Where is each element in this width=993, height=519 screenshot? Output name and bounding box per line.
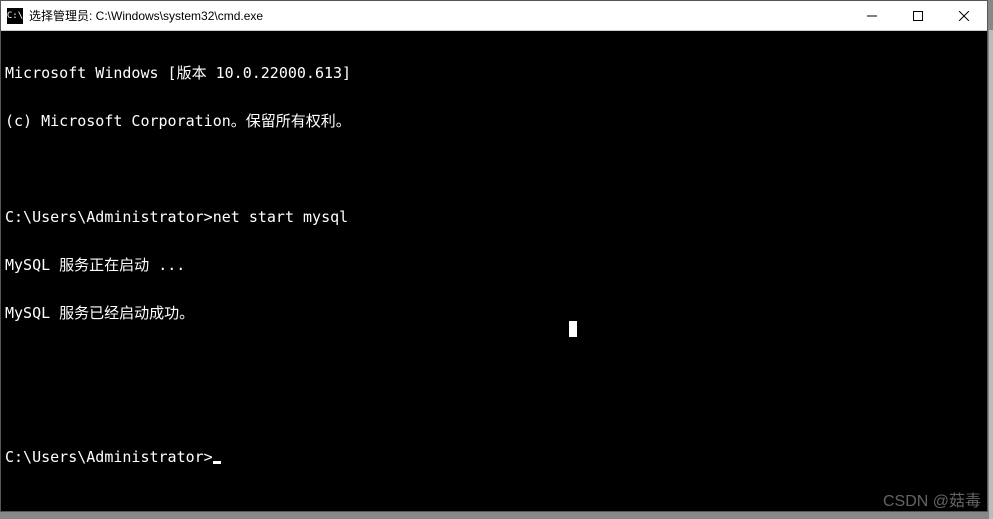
terminal-prompt-line: C:\Users\Administrator> xyxy=(5,449,983,465)
cmd-icon: C:\ xyxy=(7,8,23,24)
cmd-window: C:\ 选择管理员: C:\Windows\system32\cmd.exe M… xyxy=(0,0,988,512)
terminal-line xyxy=(5,401,983,417)
terminal-line: MySQL 服务正在启动 ... xyxy=(5,257,983,273)
close-button[interactable] xyxy=(941,1,987,30)
window-title: 选择管理员: C:\Windows\system32\cmd.exe xyxy=(29,7,849,24)
window-controls xyxy=(849,1,987,30)
terminal-line: MySQL 服务已经启动成功。 xyxy=(5,305,983,321)
terminal-area[interactable]: Microsoft Windows [版本 10.0.22000.613] (c… xyxy=(1,31,987,511)
maximize-button[interactable] xyxy=(895,1,941,30)
terminal-line: (c) Microsoft Corporation。保留所有权利。 xyxy=(5,113,983,129)
titlebar[interactable]: C:\ 选择管理员: C:\Windows\system32\cmd.exe xyxy=(1,1,987,31)
terminal-line xyxy=(5,353,983,369)
text-selection-cursor-icon xyxy=(569,321,577,337)
scrollbar[interactable] xyxy=(989,30,993,519)
terminal-line: C:\Users\Administrator>net start mysql xyxy=(5,209,983,225)
prompt-text: C:\Users\Administrator> xyxy=(5,448,213,466)
cursor-icon xyxy=(213,461,221,464)
terminal-line xyxy=(5,161,983,177)
terminal-line: Microsoft Windows [版本 10.0.22000.613] xyxy=(5,65,983,81)
minimize-button[interactable] xyxy=(849,1,895,30)
